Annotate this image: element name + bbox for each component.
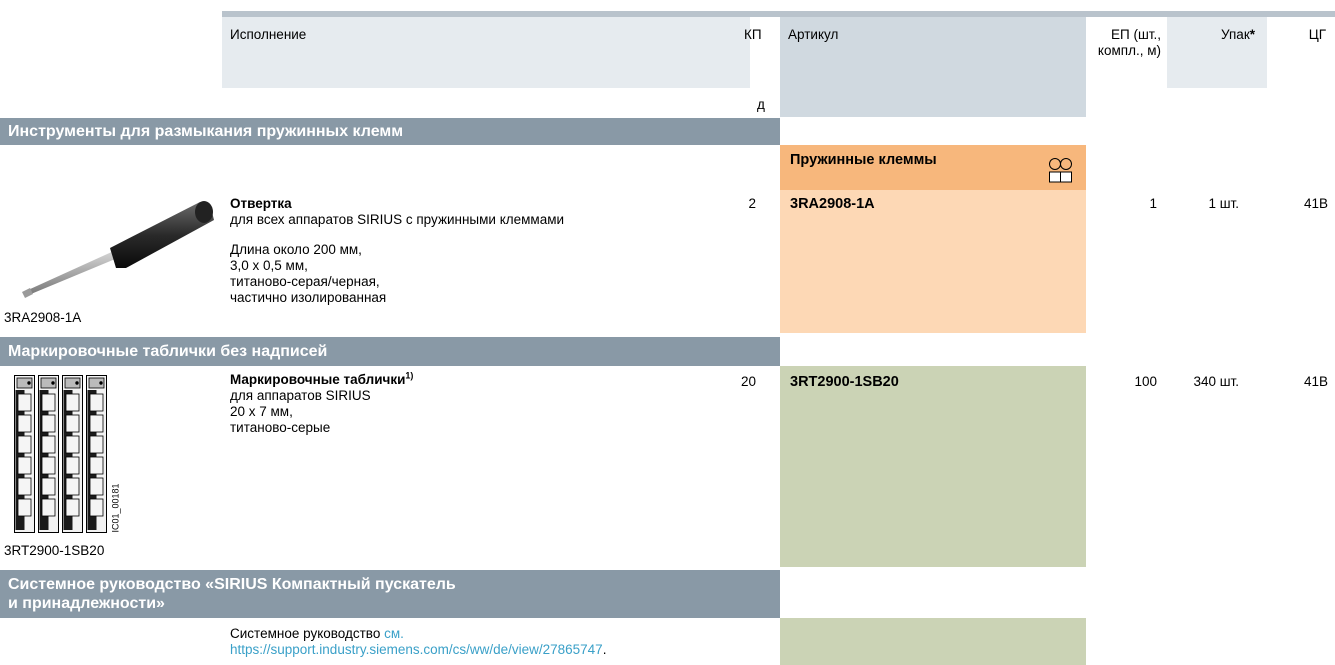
header-kp-sub: д [757,97,765,112]
section-labels: Маркировочные таблички без надписей [0,337,780,366]
pg-value: 41B [1303,374,1328,389]
section-manual: Системное руководство «SIRIUS Компактный… [0,570,780,618]
image-caption-screwdriver: 3RA2908-1A [4,310,82,325]
kp-value: 2 [748,196,756,211]
product-name: Отвертка [230,196,292,211]
screwdriver-icon [22,201,214,298]
product-line: частично изолированная [230,290,387,305]
header-description: Исполнение [230,27,307,42]
article-subheader-label: Пружинные клеммы [790,152,937,168]
product-description-labels: Маркировочные таблички1) для аппаратов S… [230,370,414,436]
see-link[interactable]: см. [384,626,404,641]
article-number: 3RT2900-1SB20 [790,374,899,390]
image-caption-labels: 3RT2900-1SB20 [4,543,105,558]
marking-labels-icon [14,375,107,533]
pg-value: 41B [1303,196,1328,211]
image-code: IC01_00181 [110,483,121,533]
article-cell-manual [780,618,1086,665]
manual-description: Системное руководство см. https://suppor… [230,626,607,657]
header-article: Артикул [788,27,839,42]
header-kp: КП [744,27,762,42]
product-line: 20 x 7 мм, [230,404,293,419]
product-line: для всех аппаратов SIRIUS с пружинными к… [230,212,565,227]
product-description-screwdriver: Отвертка для всех аппаратов SIRIUS с пру… [230,196,564,306]
kp-value: 20 [740,374,756,389]
spring-terminal-icon [1049,158,1072,183]
article-subheader: Пружинные клеммы [780,145,1086,190]
ep-value: 100 [1134,374,1157,389]
pack-value: 340 шт. [1193,374,1239,389]
product-line: титаново-серая/черная, [230,274,380,289]
section-tools: Инструменты для размыкания пружинных кле… [0,118,780,145]
header-ep: ЕП (шт., компл., м) [1097,27,1161,58]
product-line: титаново-серые [230,420,331,435]
product-name: Маркировочные таблички1) [230,370,414,387]
article-cell-screwdriver: 3RA2908-1A [780,190,1086,333]
header-pack: Упак* [1221,27,1255,42]
manual-url-link[interactable]: https://support.industry.siemens.com/cs/… [230,642,603,657]
header-pg: ЦГ [1308,27,1326,42]
article-cell-labels: 3RT2900-1SB20 [780,366,1086,567]
ep-value: 1 [1149,196,1157,211]
product-line: для аппаратов SIRIUS [230,388,371,403]
product-line: Длина около 200 мм, [230,242,362,257]
pack-value: 1 шт. [1208,196,1239,211]
article-number: 3RA2908-1A [790,196,875,212]
product-line: 3,0 x 0,5 мм, [230,258,308,273]
